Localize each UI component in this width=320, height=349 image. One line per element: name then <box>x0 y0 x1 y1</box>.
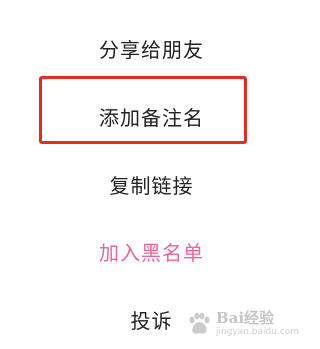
add-remark-name-item[interactable]: 添加备注名 <box>0 86 303 146</box>
watermark: Bai经验 jingyan.baidu.com <box>186 311 299 337</box>
action-menu: 分享给朋友 添加备注名 复制链接 加入黑名单 投诉 <box>0 0 303 341</box>
add-to-blacklist-item[interactable]: 加入黑名单 <box>0 221 303 281</box>
baidu-paw-icon <box>189 312 210 334</box>
copy-link-item[interactable]: 复制链接 <box>0 154 303 214</box>
share-to-friend-item[interactable]: 分享给朋友 <box>0 18 303 78</box>
watermark-url: jingyan.baidu.com <box>215 327 299 337</box>
watermark-brand: Bai经验 <box>215 309 275 327</box>
